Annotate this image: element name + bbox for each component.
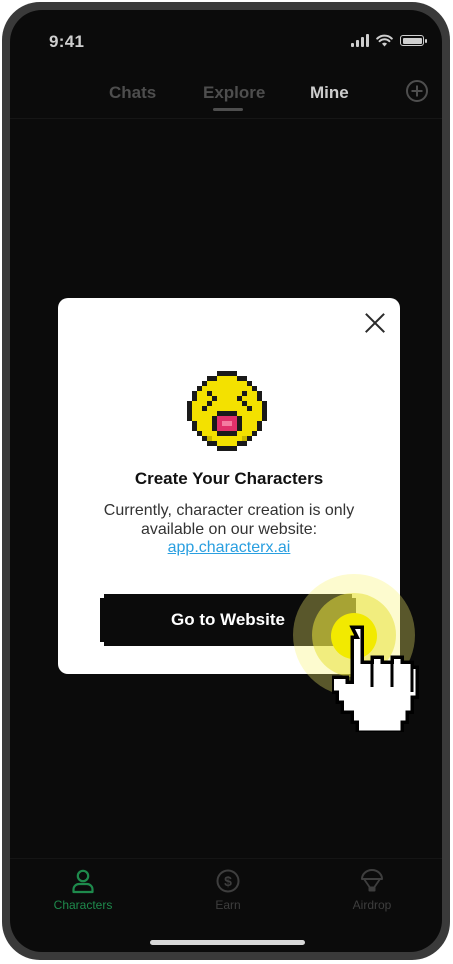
signal-icon xyxy=(351,34,369,47)
pixel-emoji-icon xyxy=(187,371,267,451)
active-tab-indicator xyxy=(213,108,243,111)
wifi-icon xyxy=(376,34,393,47)
svg-text:$: $ xyxy=(224,873,232,889)
home-indicator xyxy=(150,940,305,945)
nav-label-characters: Characters xyxy=(53,898,113,912)
dialog-body-text: Currently, character creation is only av… xyxy=(58,501,400,539)
parachute-icon xyxy=(361,869,383,892)
battery-icon xyxy=(400,35,427,46)
hand-pointer-icon xyxy=(332,625,419,732)
dialog-title: Create Your Characters xyxy=(134,469,324,488)
nav-divider xyxy=(10,858,442,859)
dialog-message: Currently, character creation is only av… xyxy=(103,502,355,538)
dollar-coin-icon: $ xyxy=(216,869,240,893)
nav-item-airdrop[interactable]: Airdrop xyxy=(317,868,427,912)
nav-label-airdrop: Airdrop xyxy=(352,898,392,912)
app-screen: 9:41 Chats Explore Mine Characters $ Ear… xyxy=(10,10,442,952)
close-icon[interactable] xyxy=(364,312,386,334)
status-icons xyxy=(351,34,427,47)
header-divider xyxy=(10,118,442,119)
top-tabs: Chats Explore Mine xyxy=(10,83,442,113)
website-link[interactable]: app.characterx.ai xyxy=(58,539,400,557)
nav-label-earn: Earn xyxy=(215,898,241,912)
add-plus-icon[interactable] xyxy=(406,80,428,102)
person-icon xyxy=(72,869,94,894)
tab-chats[interactable]: Chats xyxy=(109,83,156,103)
device-frame: 9:41 Chats Explore Mine Characters $ Ear… xyxy=(2,2,450,960)
status-time: 9:41 xyxy=(49,32,85,51)
tab-explore[interactable]: Explore xyxy=(203,83,265,103)
nav-item-earn[interactable]: $ Earn xyxy=(173,868,283,912)
tab-mine[interactable]: Mine xyxy=(310,83,349,103)
nav-item-characters[interactable]: Characters xyxy=(28,868,138,912)
